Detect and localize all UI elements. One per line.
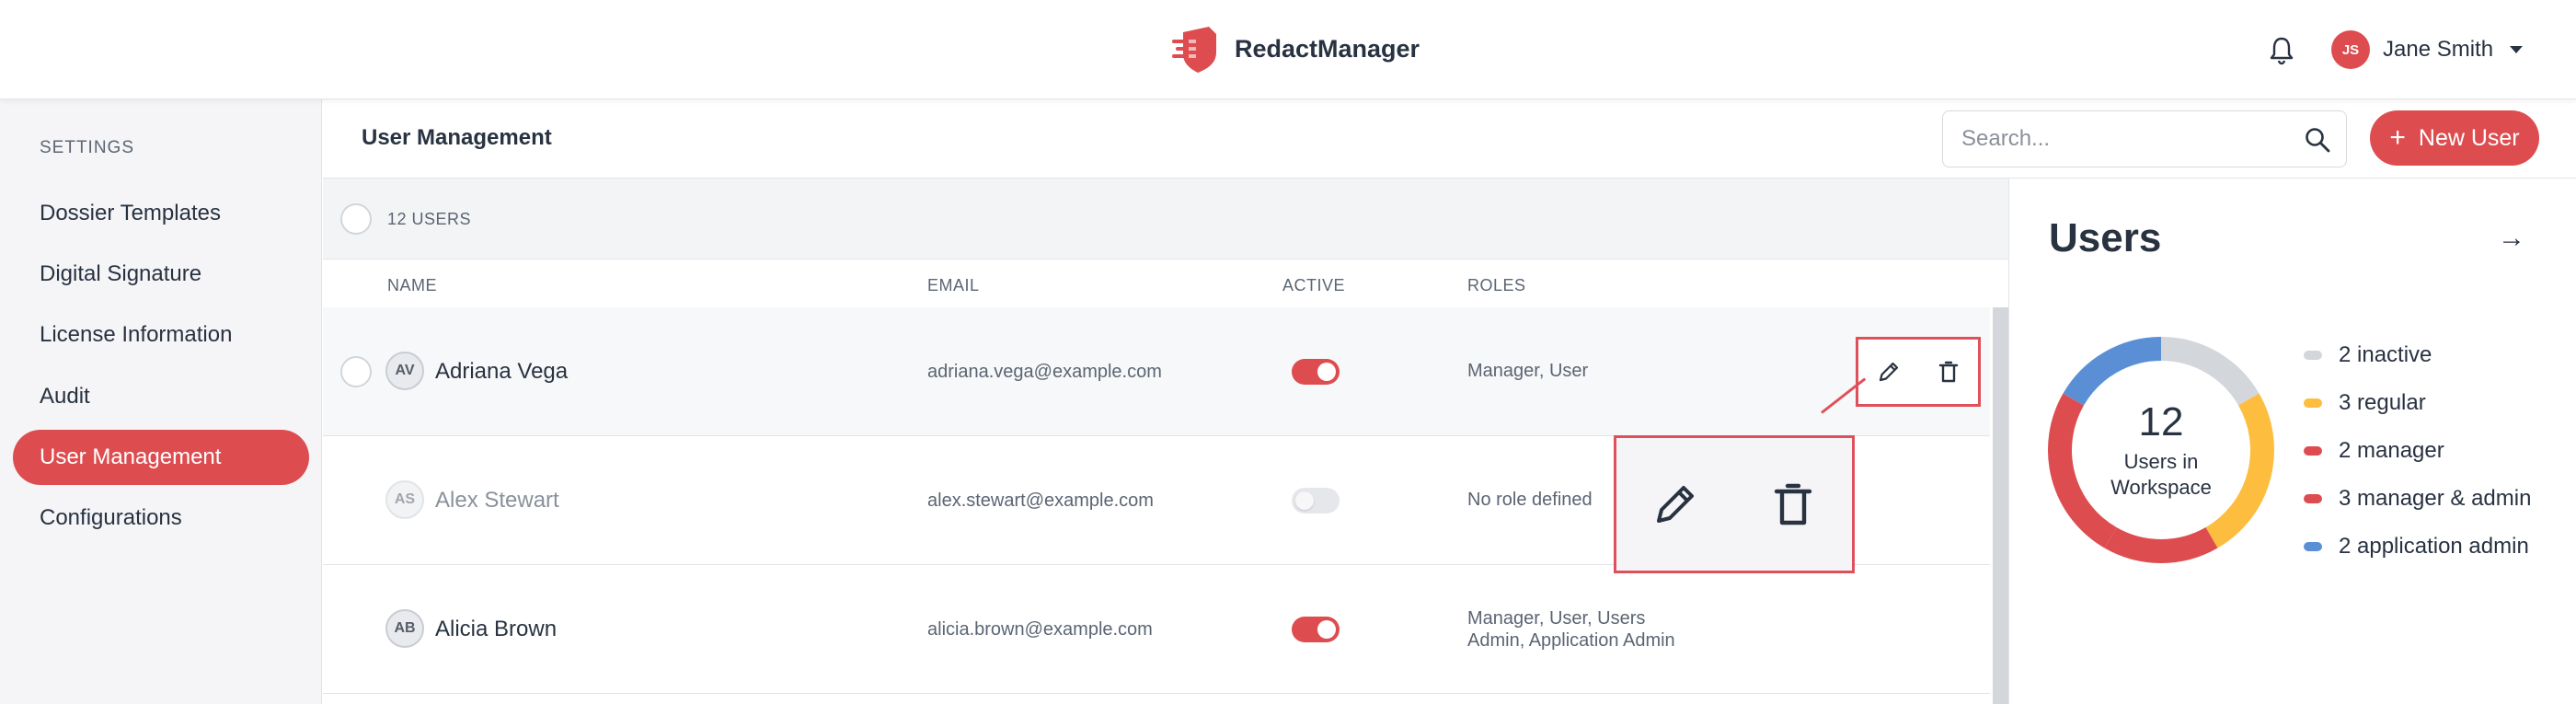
donut-legend: 2 inactive 3 regular 2 manager 3 manager… [2304, 331, 2531, 571]
user-email-cell: adriana.vega@example.com [927, 362, 1162, 382]
legend-label: 2 inactive [2339, 342, 2432, 367]
edit-pencil-icon[interactable] [1875, 358, 1903, 386]
legend-swatch [2304, 542, 2322, 551]
page-title: User Management [362, 125, 552, 150]
sidebar-item-digital-signature[interactable]: Digital Signature [13, 247, 309, 302]
legend-item[interactable]: 3 regular [2304, 379, 2531, 427]
sidebar-item-audit[interactable]: Audit [13, 369, 309, 424]
sidebar-item-dossier-templates[interactable]: Dossier Templates [13, 186, 309, 241]
legend-label: 3 regular [2339, 390, 2426, 415]
table-count-bar: 12 USERS [323, 179, 2008, 260]
delete-trash-icon[interactable] [1935, 358, 1962, 386]
notifications-bell-icon[interactable] [2265, 33, 2298, 66]
content-header: User Management + New User [323, 99, 2576, 179]
search-box [1942, 110, 2347, 167]
donut-total: 12 [2138, 399, 2184, 444]
user-name-cell: Alicia Brown [435, 617, 558, 641]
brand-name: RedactManager [1235, 34, 1420, 63]
legend-swatch [2304, 446, 2322, 456]
search-input[interactable] [1961, 126, 2293, 152]
legend-item[interactable]: 3 manager & admin [2304, 475, 2531, 523]
user-roles-cell: Manager, User, Users Admin, Application … [1467, 607, 1675, 652]
user-email-cell: alicia.brown@example.com [927, 619, 1153, 640]
donut-label-line-1: Users in [2123, 450, 2199, 473]
new-user-button[interactable]: + New User [2370, 110, 2539, 166]
avatar: AB [385, 609, 424, 648]
user-avatar: JS [2331, 30, 2370, 69]
table-scrollbar[interactable] [1993, 307, 2008, 704]
legend-label: 2 application admin [2339, 534, 2529, 559]
delete-trash-icon [1774, 483, 1812, 525]
settings-sidebar: SETTINGS Dossier Templates Digital Signa… [0, 99, 322, 704]
sidebar-item-user-management[interactable]: User Management [13, 430, 309, 485]
user-name: Jane Smith [2383, 37, 2494, 62]
row-actions-callout [1614, 435, 1855, 573]
redact-manager-logo-icon [1172, 27, 1216, 73]
donut-center: 12 Users in Workspace [2046, 335, 2276, 565]
sidebar-item-configurations[interactable]: Configurations [13, 490, 309, 546]
select-all-checkbox[interactable] [340, 203, 372, 235]
plus-icon: + [2389, 122, 2406, 153]
top-bar: RedactManager JS Jane Smith [0, 0, 2576, 99]
edit-pencil-icon [1657, 486, 1694, 523]
user-roles-line-2: Admin, Application Admin [1467, 630, 1675, 651]
column-header-email[interactable]: EMAIL [927, 276, 980, 295]
user-menu[interactable]: JS Jane Smith [2331, 28, 2524, 72]
column-header-name[interactable]: NAME [387, 276, 437, 295]
active-toggle[interactable] [1292, 488, 1340, 514]
legend-swatch [2304, 494, 2322, 503]
user-roles-line-1: Manager, User, Users [1467, 608, 1646, 629]
column-header-active[interactable]: ACTIVE [1282, 276, 1345, 295]
legend-swatch [2304, 398, 2322, 408]
user-count: 12 USERS [387, 210, 472, 228]
user-name-cell: Adriana Vega [435, 359, 569, 384]
user-roles-cell: No role defined [1467, 490, 1593, 510]
column-header-roles[interactable]: ROLES [1467, 276, 1526, 295]
donut-total-label: Users in Workspace [2110, 449, 2212, 501]
legend-label: 2 manager [2339, 438, 2444, 463]
panel-title: Users [2049, 215, 2162, 260]
active-toggle[interactable] [1292, 617, 1340, 642]
legend-item[interactable]: 2 inactive [2304, 331, 2531, 379]
collapse-arrow-icon[interactable]: → [2498, 223, 2525, 254]
table-row[interactable]: AV Adriana Vega adriana.vega@example.com… [323, 307, 1990, 436]
row-actions [1856, 337, 1981, 407]
legend-swatch [2304, 351, 2322, 360]
row-checkbox[interactable] [340, 356, 372, 387]
legend-item[interactable]: 2 manager [2304, 427, 2531, 475]
sidebar-heading: SETTINGS [40, 138, 135, 157]
user-name-cell: Alex Stewart [435, 488, 559, 513]
donut-label-line-2: Workspace [2110, 476, 2212, 499]
users-summary-panel: Users → 12 Users in Workspace 2 inactive… [2008, 179, 2576, 704]
search-icon[interactable] [2304, 126, 2331, 154]
avatar: AS [385, 480, 424, 519]
new-user-label: New User [2418, 124, 2520, 151]
user-email-cell: alex.stewart@example.com [927, 490, 1154, 511]
legend-label: 3 manager & admin [2339, 486, 2532, 511]
table-row[interactable]: AB Alicia Brown alicia.brown@example.com… [323, 565, 1990, 694]
sidebar-item-license-information[interactable]: License Information [13, 307, 309, 363]
user-roles-cell: Manager, User [1467, 361, 1589, 381]
avatar: AV [385, 352, 424, 390]
active-toggle[interactable] [1292, 359, 1340, 385]
chevron-down-icon [2510, 46, 2524, 53]
brand-logo[interactable]: RedactManager [1170, 20, 1420, 77]
legend-item[interactable]: 2 application admin [2304, 523, 2531, 571]
